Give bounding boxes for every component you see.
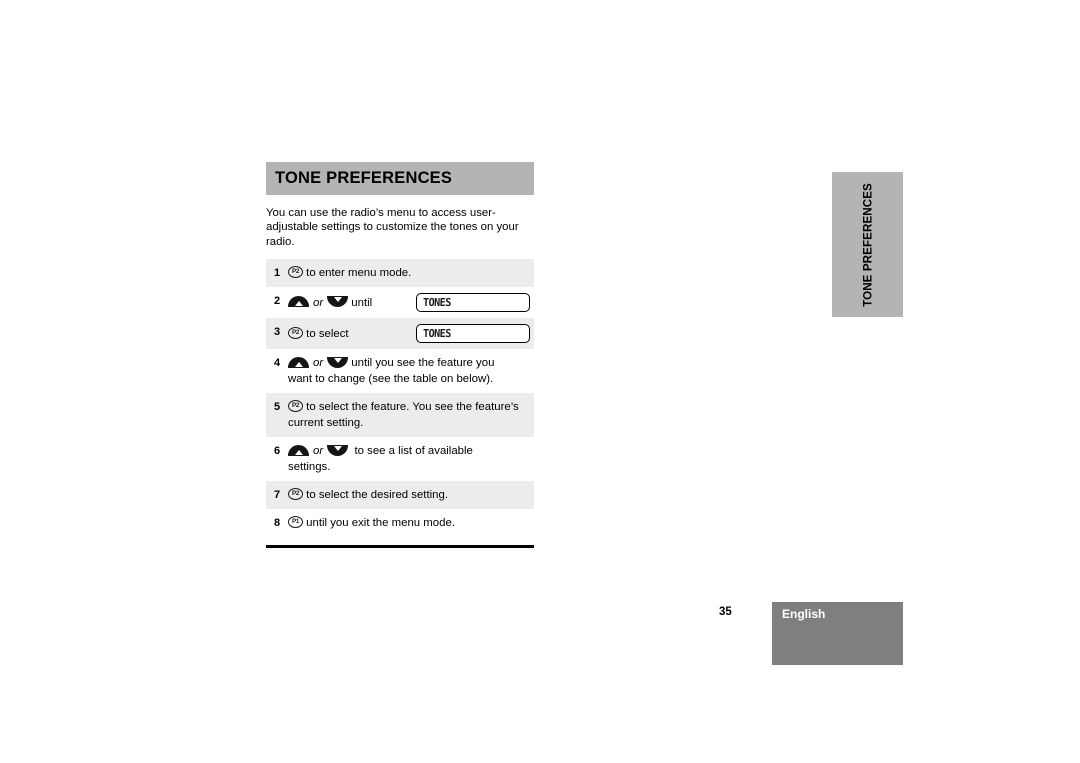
step-content: P1 until you exit the menu mode. — [288, 515, 534, 531]
up-arrow-button-icon — [288, 356, 309, 368]
p2-button-icon: P2 — [288, 326, 303, 339]
step-text: to enter menu mode. — [303, 267, 412, 280]
step-row: 5 P2 to select the feature. You see the … — [266, 393, 534, 438]
conjunction-or: or — [313, 357, 324, 370]
step-number: 1 — [273, 267, 281, 280]
lcd-display: TONES — [416, 324, 530, 344]
side-tab: TONE PREFERENCES — [832, 172, 903, 317]
section-bottom-rule — [266, 545, 534, 549]
step-row: 3 P2 to select TONES — [266, 318, 534, 350]
up-arrow-button-icon — [288, 296, 309, 308]
page-number: 35 — [719, 606, 732, 618]
step-text-line2: current setting. — [288, 417, 364, 430]
down-arrow-button-icon — [327, 444, 349, 456]
step-text: to select — [303, 327, 349, 340]
intro-paragraph: You can use the radio’s menu to access u… — [266, 207, 519, 248]
step-number: 5 — [273, 401, 281, 414]
page-title: TONE PREFERENCES — [275, 169, 453, 187]
step-content: P2 to select TONES — [288, 324, 534, 344]
up-arrow-button-icon — [288, 444, 309, 456]
step-row: 6 or to see a list of available settings… — [266, 437, 534, 482]
down-arrow-button-icon — [327, 356, 349, 368]
side-tab-label: TONE PREFERENCES — [861, 182, 874, 307]
p1-button-icon: P1 — [288, 516, 303, 529]
down-arrow-button-icon — [327, 296, 349, 308]
step-row: 4 or until you see the feature you want … — [266, 349, 534, 394]
step-content: P2 to enter menu mode. — [288, 265, 534, 281]
step-text: until you exit the menu mode. — [303, 517, 455, 530]
step-content: or until TONES — [288, 293, 534, 313]
step-number: 2 — [273, 295, 281, 308]
lcd-display-text: TONES — [422, 326, 451, 340]
step-text-line2: settings. — [288, 461, 331, 474]
step-row: 2 or until TONES — [266, 287, 534, 319]
step-row: 8 P1 until you exit the menu mode. — [266, 509, 534, 538]
step-text: to select the desired setting. — [303, 489, 448, 502]
step-content: or to see a list of available settings. — [288, 443, 534, 475]
lcd-display: TONES — [416, 293, 530, 313]
step-row: 7 P2 to select the desired setting. — [266, 481, 534, 510]
step-text: until you see the feature you — [348, 357, 495, 370]
step-content: P2 to select the desired setting. — [288, 487, 534, 503]
section-header-band: TONE PREFERENCES — [266, 162, 534, 195]
p2-button-icon: P2 — [288, 400, 303, 413]
language-block: English — [772, 602, 903, 665]
lcd-display-text: TONES — [422, 295, 451, 309]
step-number: 7 — [273, 489, 281, 502]
step-number: 3 — [273, 326, 281, 339]
step-text: until — [348, 296, 376, 309]
step-content: or until you see the feature you want to… — [288, 355, 534, 387]
step-text-line2: want to change (see the table on below). — [288, 373, 494, 386]
p2-button-icon: P2 — [288, 266, 303, 279]
language-label: English — [782, 607, 826, 621]
step-row: 1 P2 to enter menu mode. — [266, 259, 534, 288]
step-number: 8 — [273, 517, 281, 530]
conjunction-or: or — [313, 296, 324, 309]
step-text: to select the feature. You see the featu… — [303, 401, 519, 414]
steps-list: 1 P2 to enter menu mode. 2 or until TONE… — [266, 259, 534, 538]
step-content: P2 to select the feature. You see the fe… — [288, 399, 534, 431]
conjunction-or: or — [313, 445, 324, 458]
step-number: 6 — [273, 445, 281, 458]
step-text: to see a list of available — [348, 445, 473, 458]
p2-button-icon: P2 — [288, 488, 303, 501]
content-column: TONE PREFERENCES You can use the radio’s… — [266, 162, 534, 549]
step-number: 4 — [273, 357, 281, 370]
